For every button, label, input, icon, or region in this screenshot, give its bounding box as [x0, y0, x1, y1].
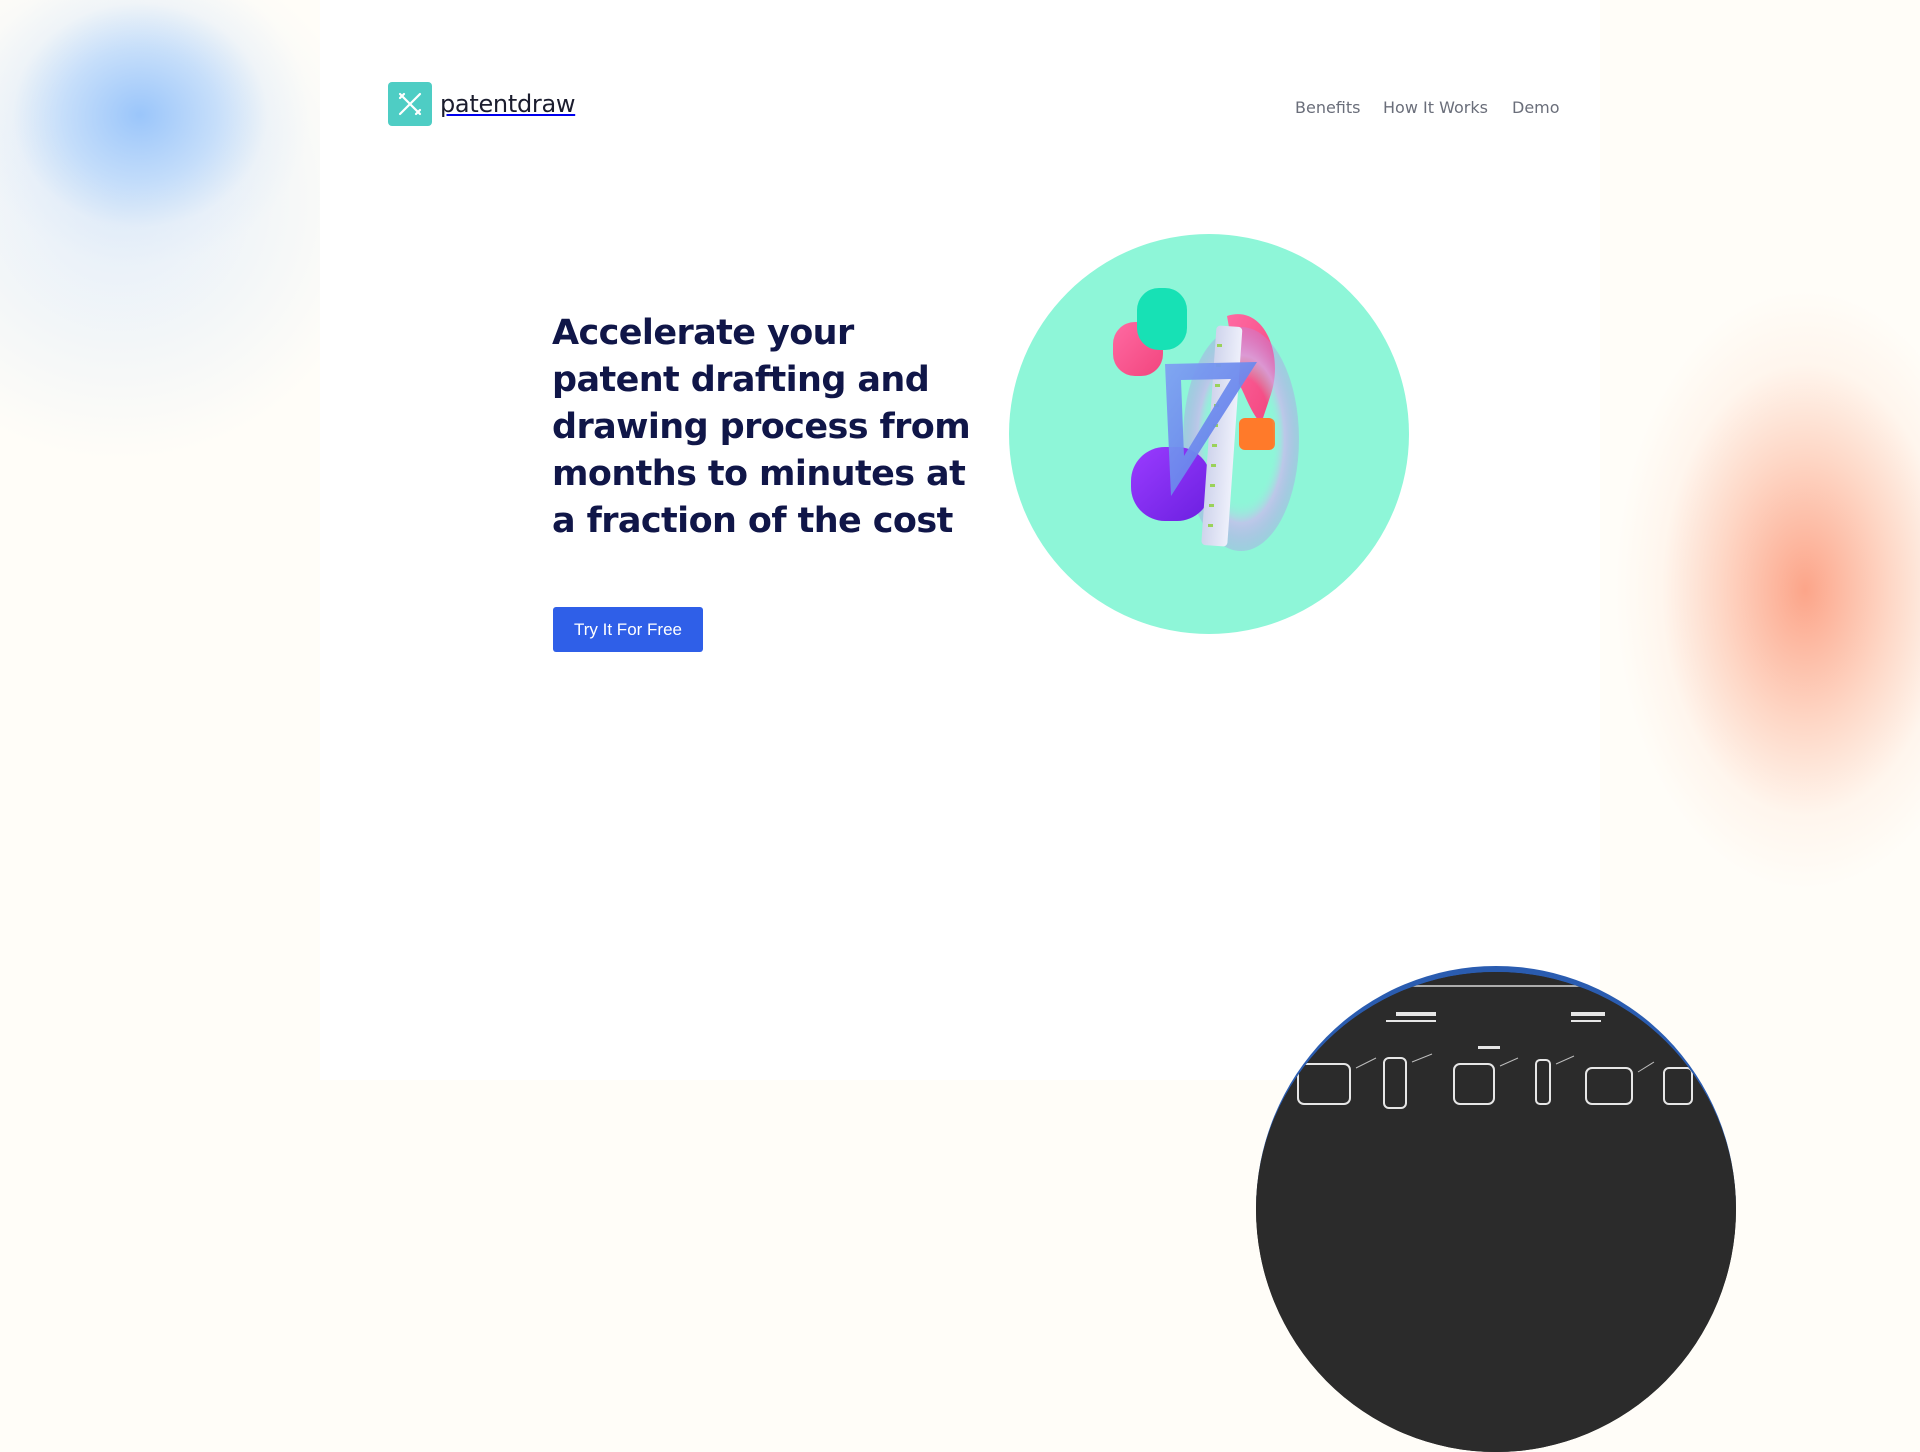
- patent-drawing-preview: [1256, 966, 1736, 1452]
- drafting-tools-3d-icon: [1113, 288, 1299, 551]
- nav-link-benefits[interactable]: Benefits: [1295, 98, 1361, 117]
- patent-drawing-image: [1256, 972, 1736, 1452]
- try-it-for-free-button[interactable]: Try It For Free: [553, 607, 703, 652]
- main-nav: Benefits How It Works Demo: [320, 98, 1600, 122]
- left-blue-glow-background: [0, 0, 320, 1080]
- nav-link-how-it-works[interactable]: How It Works: [1383, 98, 1488, 117]
- landing-page: patentdraw Benefits How It Works Demo Ac…: [320, 0, 1736, 1452]
- hero-illustration: [1009, 234, 1409, 634]
- right-orange-glow-background: [1600, 0, 1920, 1080]
- nav-link-demo[interactable]: Demo: [1512, 98, 1560, 117]
- hero-headline: Accelerate your patent drafting and draw…: [552, 313, 971, 541]
